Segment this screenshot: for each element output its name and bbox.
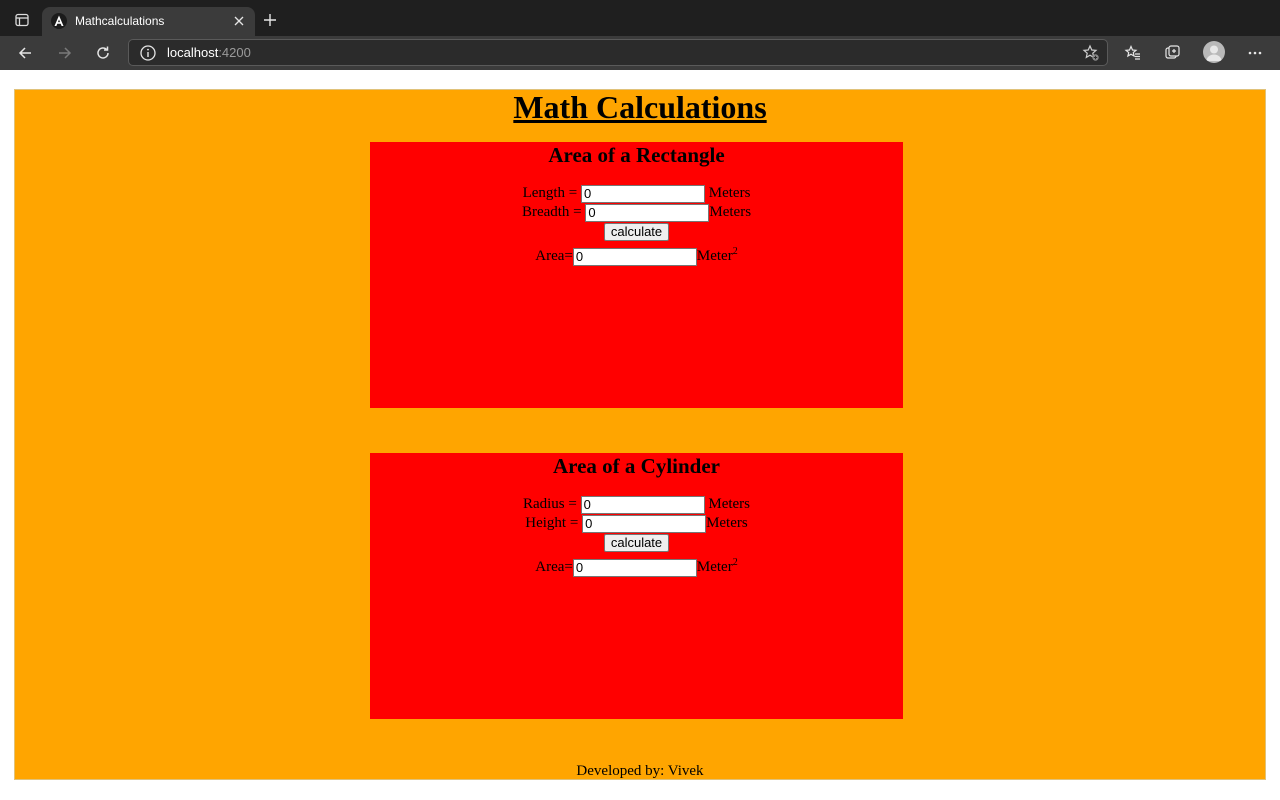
rectangle-heading: Area of a Rectangle <box>548 143 725 167</box>
radius-row: Radius = Meters <box>370 494 903 514</box>
rectangle-card: Area of a Rectangle Length = Meters Brea… <box>370 142 903 408</box>
rectangle-area-unit: Meter <box>696 248 733 264</box>
browser-toolbar: localhost:4200 <box>0 36 1280 70</box>
rectangle-area-label: Area= <box>535 248 573 264</box>
reload-icon[interactable] <box>91 41 115 65</box>
length-input[interactable] <box>581 184 706 203</box>
info-icon[interactable] <box>139 44 157 62</box>
breadth-label: Breadth = <box>521 204 586 220</box>
close-icon[interactable] <box>231 13 247 29</box>
favorites-icon[interactable] <box>1121 41 1145 65</box>
rectangle-calc-row: calculate <box>370 221 903 241</box>
cylinder-area-exponent: 2 <box>732 557 738 568</box>
radius-label: Radius = <box>522 496 581 512</box>
cylinder-card: Area of a Cylinder Radius = Meters Heigh… <box>370 453 903 719</box>
cylinder-area-unit: Meter <box>696 559 733 575</box>
rectangle-calculate-button[interactable]: calculate <box>603 222 670 241</box>
rectangle-area-output[interactable] <box>572 247 697 266</box>
radius-unit: Meters <box>704 496 751 512</box>
length-label: Length = <box>522 185 582 201</box>
browser-tab[interactable]: Mathcalculations <box>42 7 255 36</box>
cylinder-area-row: Area= Meter2 <box>370 553 903 577</box>
cylinder-calc-row: calculate <box>370 532 903 552</box>
height-unit: Meters <box>706 515 748 531</box>
profile-icon[interactable] <box>1203 41 1225 63</box>
add-favorite-icon[interactable] <box>1081 43 1101 63</box>
address-bar[interactable]: localhost:4200 <box>128 39 1108 66</box>
length-unit: Meters <box>705 185 751 201</box>
height-input[interactable] <box>582 514 707 533</box>
browser-tab-bar: Mathcalculations <box>0 0 1280 36</box>
collections-icon[interactable] <box>1161 41 1185 65</box>
cylinder-area-label: Area= <box>535 559 573 575</box>
rectangle-area-exponent: 2 <box>732 246 738 257</box>
height-label: Height = <box>525 515 583 531</box>
page-container: Math Calculations Area of a Rectangle Le… <box>14 89 1266 780</box>
more-icon[interactable] <box>1243 41 1267 65</box>
rectangle-area-row: Area= Meter2 <box>370 242 903 266</box>
footer-credit: Developed by: Vivek <box>576 763 704 779</box>
plus-icon[interactable] <box>260 10 280 30</box>
angular-favicon-icon <box>51 13 67 29</box>
tab-actions-icon[interactable] <box>8 8 36 32</box>
url-text: localhost:4200 <box>167 45 251 60</box>
tab-title: Mathcalculations <box>75 14 165 28</box>
radius-input[interactable] <box>580 495 705 514</box>
cylinder-area-output[interactable] <box>572 558 697 577</box>
back-icon[interactable] <box>13 41 37 65</box>
height-row: Height = Meters <box>370 513 903 533</box>
url-host: localhost <box>167 45 219 60</box>
cylinder-heading: Area of a Cylinder <box>552 454 720 478</box>
forward-icon[interactable] <box>53 41 77 65</box>
url-port: :4200 <box>218 45 251 60</box>
breadth-row: Breadth = Meters <box>370 202 903 222</box>
length-row: Length = Meters <box>370 183 903 203</box>
breadth-unit: Meters <box>709 204 752 220</box>
cylinder-calculate-button[interactable]: calculate <box>603 533 670 552</box>
page-title: Math Calculations <box>513 89 767 125</box>
breadth-input[interactable] <box>585 203 710 222</box>
